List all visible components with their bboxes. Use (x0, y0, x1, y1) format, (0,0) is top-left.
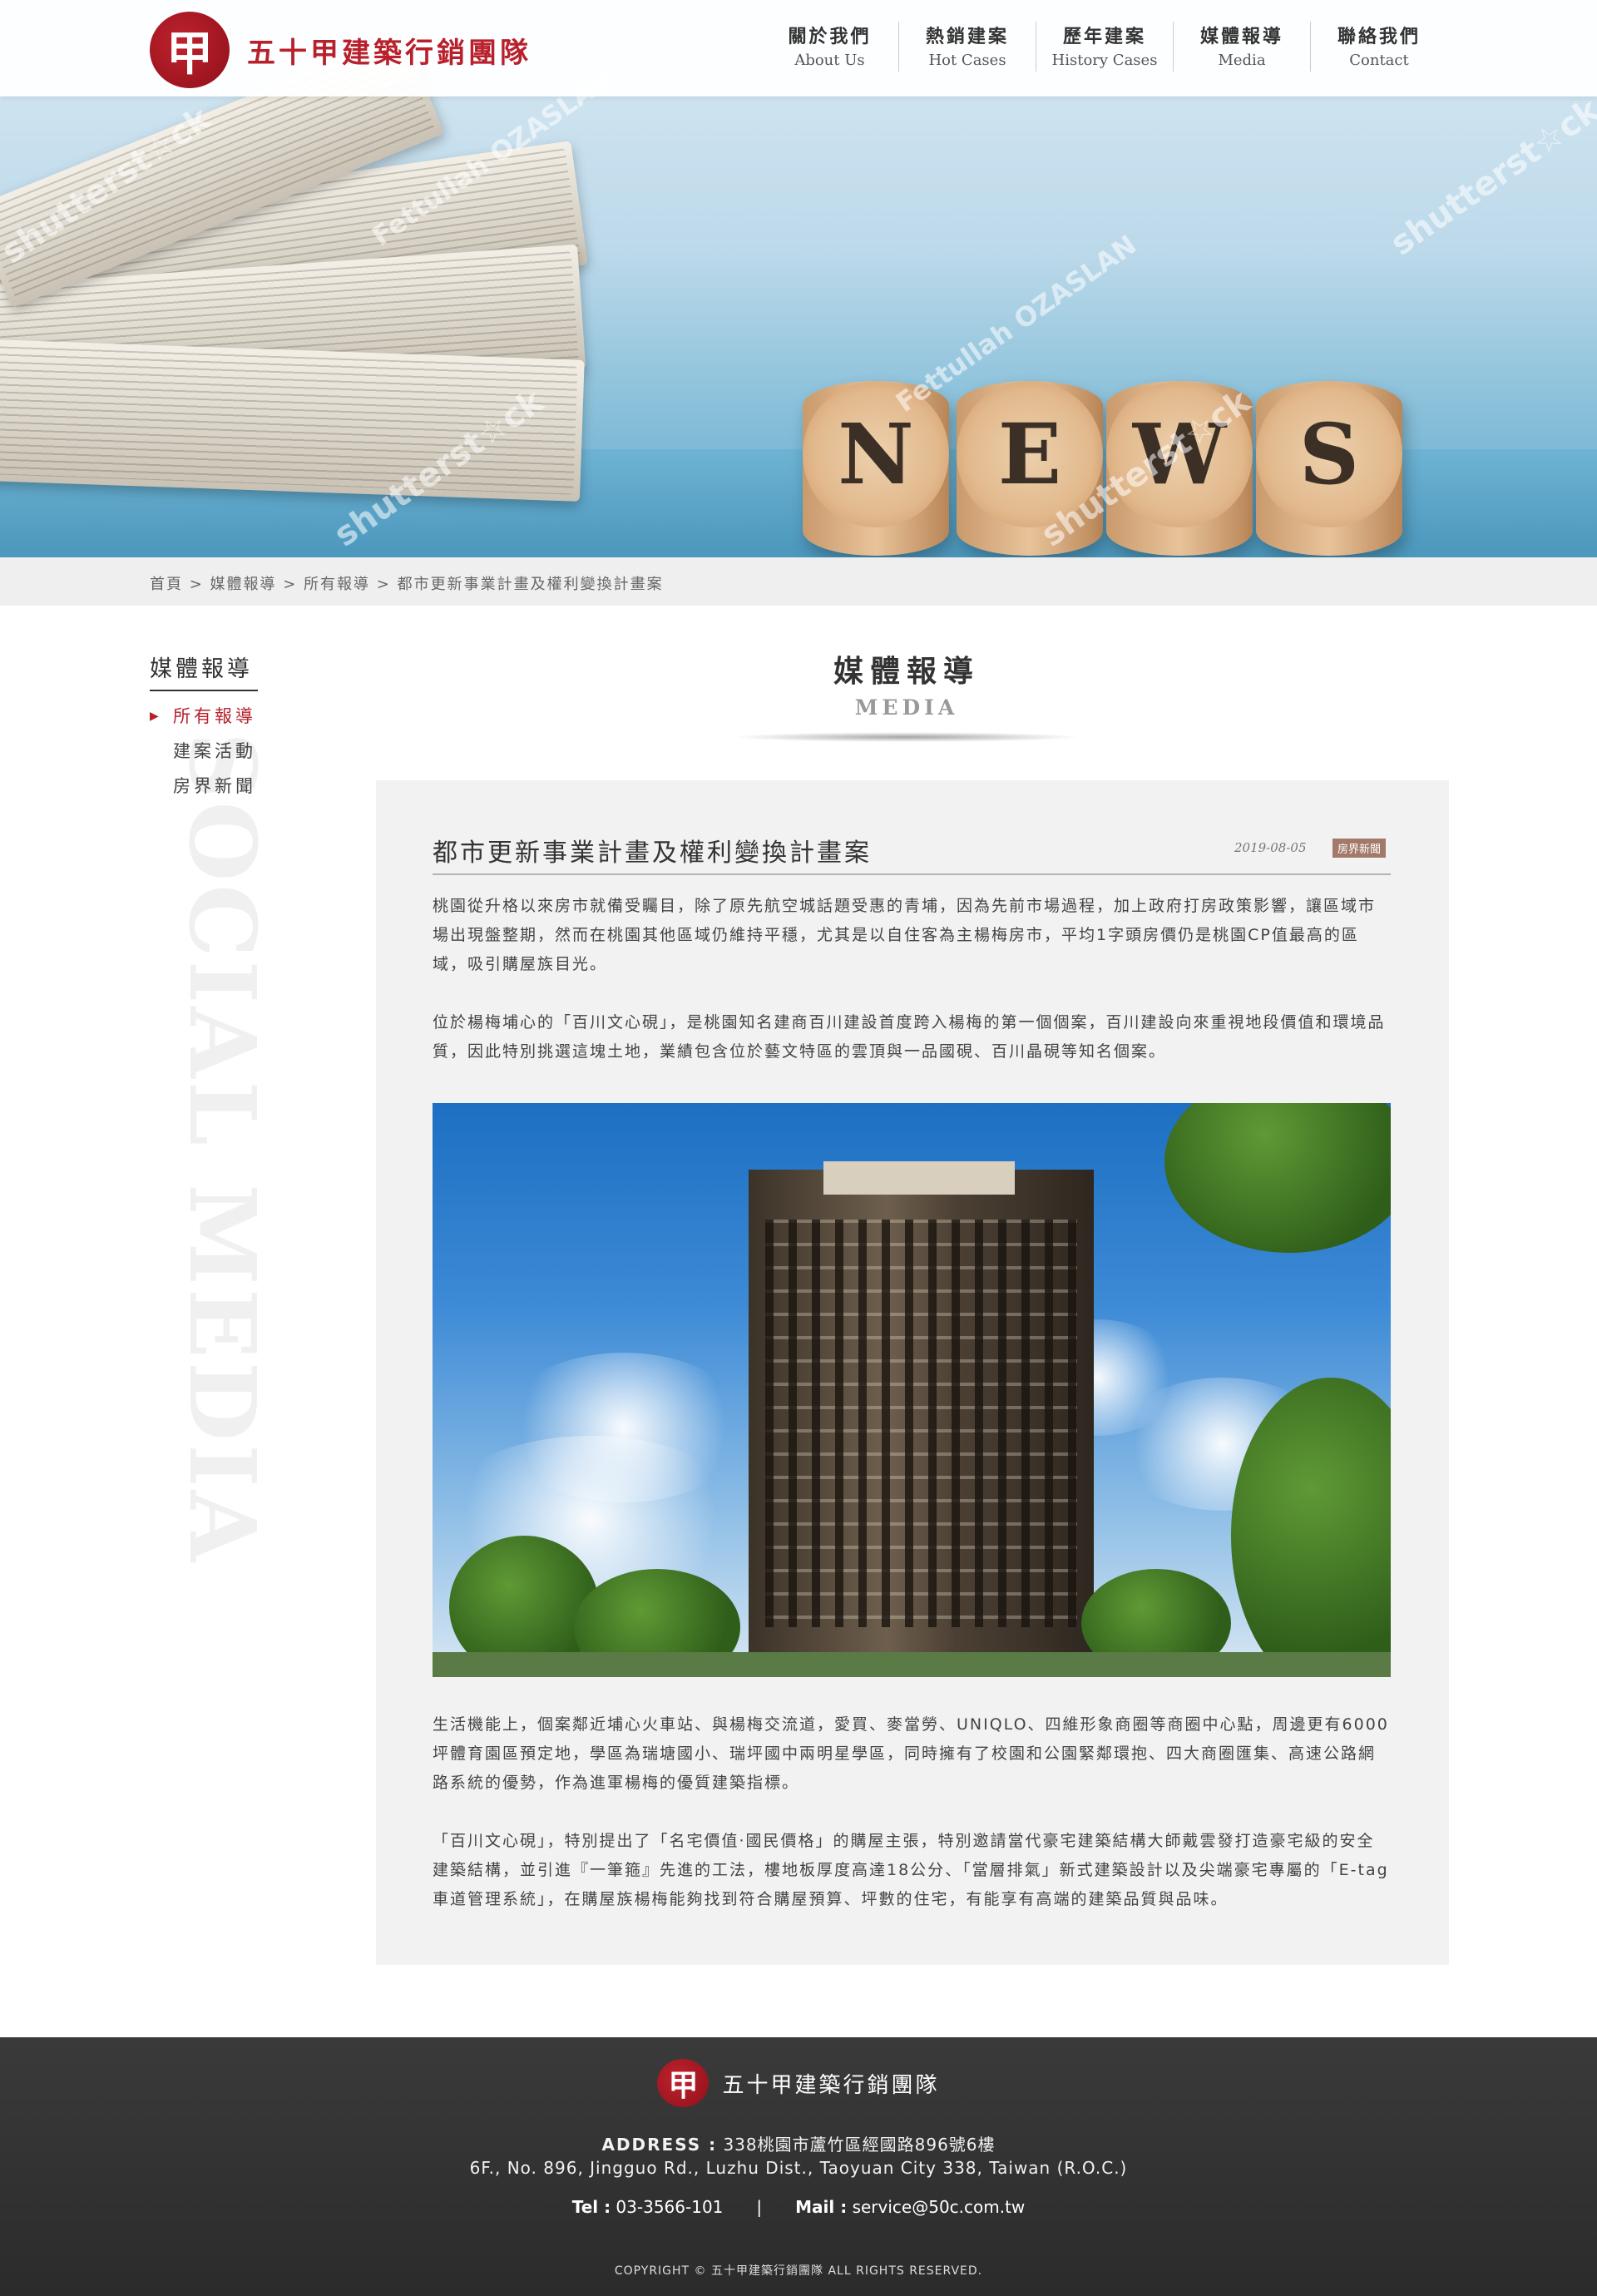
sidebar-item-property-news[interactable]: 房界新聞 (150, 769, 256, 804)
seal-char: 甲 (668, 2068, 699, 2103)
breadcrumb-separator: > (276, 576, 304, 593)
footer-copyright: COPYRIGHT © 五十甲建築行銷團隊 ALL RIGHTS RESERVE… (614, 2264, 983, 2278)
footer-contact-separator: | (756, 2197, 763, 2217)
breadcrumb-bar: 首頁 > 媒體報導 > 所有報導 > 都市更新事業計畫及權利變換計畫案 (0, 557, 1597, 606)
nav-label-zh: 熱銷建案 (925, 26, 1009, 47)
article-card: 都市更新事業計畫及權利變換計畫案 2019-08-05 房界新聞 桃園從升格以來… (376, 780, 1449, 1965)
article-date: 2019-08-05 (1234, 840, 1307, 855)
article-paragraph: 「百川文心硯」，特別提出了「名宅價值·國民價格」的購屋主張，特別邀請當代豪宅建築… (433, 1832, 1389, 1908)
article-paragraph: 桃園從升格以來房市就備受矚目，除了原先航空城話題受惠的青埔，因為先前市場過程，加… (433, 897, 1377, 973)
mail-label: Mail : (795, 2197, 848, 2217)
cork-s: S (1256, 381, 1402, 556)
sidebar-menu: 所有報導 建案活動 房界新聞 (150, 699, 256, 804)
nav-label-en: About Us (794, 52, 865, 69)
breadcrumb: 首頁 > 媒體報導 > 所有報導 > 都市更新事業計畫及權利變換計畫案 (150, 572, 664, 594)
sidebar-item-project-events[interactable]: 建案活動 (150, 734, 256, 769)
main-nav: 關於我們 About Us 熱銷建案 Hot Cases 歷年建案 Histor… (761, 22, 1447, 72)
brand-name[interactable]: 五十甲建築行銷團隊 (247, 30, 532, 71)
section-title: 媒體報導 (833, 654, 980, 689)
breadcrumb-separator: > (370, 576, 398, 593)
nav-contact[interactable]: 聯絡我們 Contact (1310, 22, 1447, 72)
mail-address[interactable]: service@50c.com.tw (847, 2197, 1026, 2217)
article-divider (433, 873, 1391, 875)
footer-seal-logo: 甲 (657, 2059, 710, 2107)
nav-label-zh: 聯絡我們 (1337, 26, 1421, 47)
nav-label-en: History Cases (1051, 52, 1158, 69)
nav-label-en: Contact (1349, 52, 1409, 69)
footer-address-en: 6F., No. 896, Jingguo Rd., Luzhu Dist., … (469, 2158, 1128, 2178)
section-subtitle: MEDIA (854, 695, 959, 720)
nav-about[interactable]: 關於我們 About Us (761, 22, 898, 72)
site-header: 甲 五十甲建築行銷團隊 關於我們 About Us 熱銷建案 Hot Cases… (0, 0, 1597, 96)
tel-number[interactable]: 03-3566-101 (611, 2197, 723, 2217)
breadcrumb-home[interactable]: 首頁 (150, 576, 183, 593)
nav-label-zh: 歷年建案 (1062, 26, 1146, 47)
sidebar-item-all-reports[interactable]: 所有報導 (150, 699, 256, 734)
building-tower (749, 1170, 1094, 1677)
tel-label: Tel : (571, 2197, 611, 2217)
address-zh: 338桃園市蘆竹區經國路896號6樓 (717, 2135, 996, 2155)
building-crown (823, 1161, 1015, 1195)
article-category-badge[interactable]: 房界新聞 (1332, 839, 1387, 858)
cork-letter: S (1298, 405, 1360, 503)
article-title: 都市更新事業計畫及權利變換計畫案 (433, 839, 872, 868)
footer-tel: Tel : 03-3566-101 (572, 2197, 724, 2217)
section-title-shadow (732, 732, 1081, 742)
cork-letter: E (997, 405, 1062, 503)
footer-brand: 甲 五十甲建築行銷團隊 (0, 2059, 1597, 2107)
breadcrumb-separator: > (183, 576, 210, 593)
breadcrumb-current: 都市更新事業計畫及權利變換計畫案 (397, 576, 664, 593)
article-paragraph: 位於楊梅埔心的「百川文心硯」，是桃園知名建商百川建設首度跨入楊梅的第一個個案，百… (433, 1013, 1386, 1061)
nav-hot-cases[interactable]: 熱銷建案 Hot Cases (898, 22, 1036, 72)
sidebar-title: 媒體報導 (150, 651, 258, 691)
footer-address-zh: ADDRESS : 338桃園市蘆竹區經國路896號6樓 (0, 2131, 1597, 2155)
brand-seal-logo[interactable]: 甲 (150, 12, 230, 88)
nav-label-en: Media (1218, 52, 1266, 69)
cork-letter: N (838, 405, 914, 503)
sidebar-decor-text: SOCIAL MEDIA (169, 732, 276, 1566)
site-footer: 甲 五十甲建築行銷團隊 ADDRESS : 338桃園市蘆竹區經國路896號6樓… (0, 2037, 1597, 2296)
nav-label-en: Hot Cases (928, 52, 1006, 69)
breadcrumb-all-reports[interactable]: 所有報導 (304, 576, 370, 593)
article-paragraph: 生活機能上，個案鄰近埔心火車站、與楊梅交流道，愛買、麥當勞、UNIQLO、四維形… (433, 1715, 1389, 1792)
address-label: ADDRESS : (601, 2135, 718, 2155)
footer-contact: Tel : 03-3566-101 | Mail : service@50c.c… (0, 2197, 1597, 2217)
seal-char: 甲 (166, 26, 213, 82)
footer-brand-name: 五十甲建築行銷團隊 (722, 2072, 940, 2098)
building-photo (433, 1103, 1391, 1677)
footer-mail: Mail : service@50c.com.tw (795, 2197, 1025, 2217)
cork-n: N (803, 381, 949, 556)
nav-history-cases[interactable]: 歷年建案 History Cases (1036, 22, 1173, 72)
nav-media[interactable]: 媒體報導 Media (1173, 22, 1310, 72)
watermark: shutterst☆ck (1383, 91, 1597, 264)
nav-label-zh: 關於我們 (788, 26, 872, 47)
breadcrumb-media[interactable]: 媒體報導 (210, 576, 277, 593)
nav-label-zh: 媒體報導 (1199, 26, 1283, 47)
